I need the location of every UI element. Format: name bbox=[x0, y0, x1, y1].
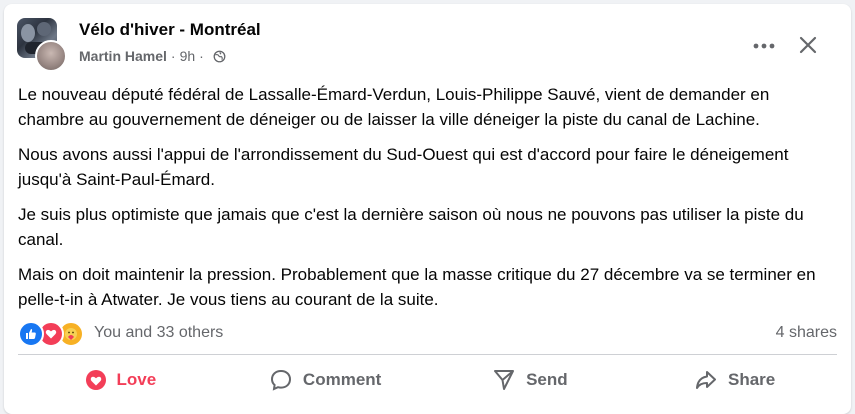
comment-button[interactable]: Comment bbox=[223, 360, 428, 400]
send-icon bbox=[494, 370, 515, 390]
post-paragraph: Mais on doit maintenir la pression. Prob… bbox=[18, 265, 816, 309]
meta-separator-2: · bbox=[199, 48, 204, 64]
post-actions: Love Comment Send Share bbox=[18, 360, 837, 400]
post-header: Vélo d'hiver - Montréal Martin Hamel · 9… bbox=[17, 18, 841, 74]
avatar-group[interactable] bbox=[17, 18, 67, 72]
shares-count[interactable]: 4 shares bbox=[776, 324, 837, 342]
post-paragraph: Le nouveau député fédéral de Lassalle-Ém… bbox=[18, 85, 770, 129]
author-name[interactable]: Martin Hamel bbox=[79, 48, 167, 64]
reactions-summary[interactable]: You and 33 others bbox=[18, 321, 223, 347]
post-body: Le nouveau député fédéral de Lassalle-Ém… bbox=[18, 82, 838, 322]
comment-icon bbox=[270, 369, 291, 391]
post-time[interactable]: 9h bbox=[180, 48, 196, 64]
globe-icon bbox=[213, 50, 226, 62]
post-paragraph: Nous avons aussi l'appui de l'arrondisse… bbox=[18, 145, 789, 189]
share-button[interactable]: Share bbox=[632, 360, 837, 400]
like-icon bbox=[18, 321, 44, 347]
post-paragraph: Je suis plus optimiste que jamais que c'… bbox=[18, 205, 804, 249]
love-icon bbox=[85, 370, 106, 390]
actions-divider bbox=[18, 354, 837, 355]
share-label: Share bbox=[728, 370, 776, 389]
author-avatar[interactable] bbox=[35, 40, 67, 72]
comment-label: Comment bbox=[302, 370, 382, 389]
more-options-button[interactable] bbox=[747, 34, 781, 58]
send-button[interactable]: Send bbox=[428, 360, 633, 400]
close-icon bbox=[799, 36, 817, 54]
love-label: Love bbox=[116, 370, 157, 389]
post-card: Vélo d'hiver - Montréal Martin Hamel · 9… bbox=[4, 4, 851, 414]
more-icon bbox=[753, 43, 775, 49]
love-button[interactable]: Love bbox=[18, 360, 223, 400]
group-name[interactable]: Vélo d'hiver - Montréal bbox=[79, 20, 261, 40]
meta-separator: · bbox=[170, 48, 176, 64]
post-meta: Martin Hamel · 9h · bbox=[79, 48, 226, 64]
share-icon bbox=[696, 371, 716, 389]
close-button[interactable] bbox=[793, 30, 823, 60]
reactors-text[interactable]: You and 33 others bbox=[94, 324, 223, 342]
reactions-bar: You and 33 others 4 shares bbox=[18, 318, 837, 348]
send-label: Send bbox=[526, 370, 568, 389]
reaction-icons[interactable] bbox=[18, 321, 88, 347]
